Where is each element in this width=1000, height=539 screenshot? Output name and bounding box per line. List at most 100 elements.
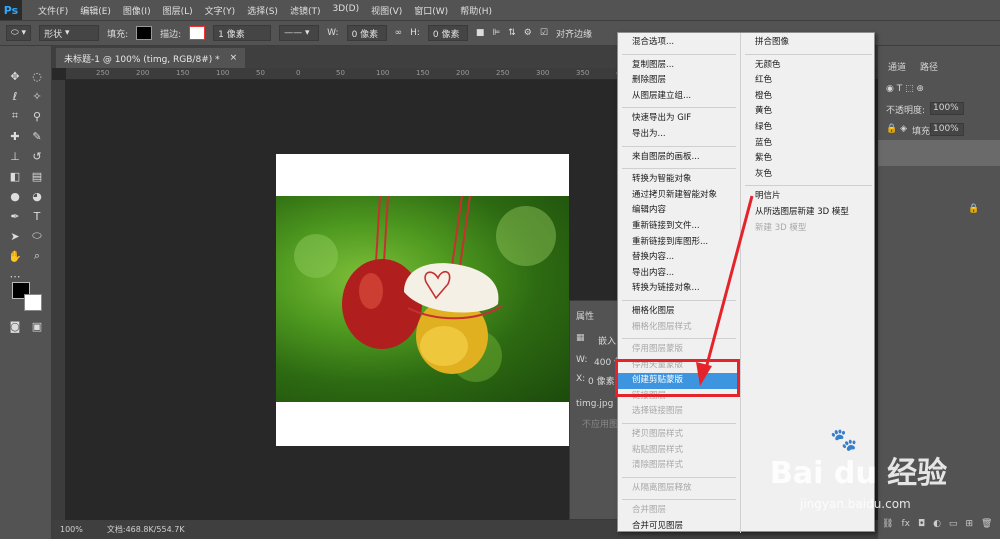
- context-menu-item[interactable]: 合并可见图层: [618, 519, 740, 535]
- menu-item[interactable]: 滤镜(T): [284, 4, 327, 17]
- tool-preset-picker[interactable]: ⬭ ▾: [6, 25, 32, 41]
- close-icon[interactable]: ×: [230, 53, 238, 63]
- lasso-tool-icon[interactable]: ℓ: [6, 88, 24, 104]
- menu-separator: [622, 145, 736, 147]
- fill-label: 填充:: [107, 29, 129, 40]
- move-tool-icon[interactable]: ✥: [6, 68, 24, 84]
- menu-separator: [622, 53, 736, 55]
- context-menu-item[interactable]: 黄色: [741, 104, 876, 120]
- zoom-level[interactable]: 100%: [60, 525, 83, 534]
- layer-style-icon[interactable]: fx: [901, 519, 910, 529]
- marquee-tool-icon[interactable]: ◌: [28, 68, 46, 84]
- context-menu-item[interactable]: 拼合图像: [741, 35, 876, 51]
- zoom-tool-icon[interactable]: ⌕: [28, 248, 46, 264]
- quick-mask-icon[interactable]: ◙: [6, 318, 24, 334]
- eyedropper-tool-icon[interactable]: ⚲: [28, 108, 46, 124]
- menu-separator: [745, 185, 872, 187]
- menu-item[interactable]: 选择(S): [241, 4, 284, 17]
- menu-item[interactable]: 帮助(H): [454, 4, 498, 17]
- baidu-watermark: Bai du 经验: [770, 456, 948, 491]
- adjustment-layer-icon[interactable]: ◐: [933, 519, 941, 529]
- context-menu-item[interactable]: 紫色: [741, 151, 876, 167]
- lock-icons[interactable]: 🔒 ◈: [886, 124, 907, 134]
- context-menu-item[interactable]: 来自图层的画板...: [618, 150, 740, 166]
- context-menu-item[interactable]: 删除图层: [618, 73, 740, 89]
- new-group-icon[interactable]: ▭: [949, 519, 958, 529]
- path-arrangement-icon[interactable]: ⇅: [508, 28, 516, 38]
- history-brush-tool-icon[interactable]: ↺: [28, 148, 46, 164]
- paw-icon: 🐾: [830, 428, 858, 453]
- path-operations-icon[interactable]: ■: [476, 28, 485, 38]
- channels-tab[interactable]: 通道: [888, 60, 906, 73]
- context-menu-item: 选择链接图层: [632, 406, 684, 417]
- stroke-width-field[interactable]: 1 像素: [213, 25, 272, 41]
- type-tool-icon[interactable]: T: [28, 208, 46, 224]
- crop-tool-icon[interactable]: ⌗: [6, 108, 24, 124]
- link-dimensions-icon[interactable]: ∞: [395, 28, 403, 38]
- menu-item[interactable]: 编辑(E): [74, 4, 117, 17]
- context-menu-item[interactable]: 蓝色: [741, 136, 876, 152]
- paths-tab[interactable]: 路径: [920, 60, 938, 73]
- pen-tool-icon[interactable]: ✒: [6, 208, 24, 224]
- context-menu-item[interactable]: 导出为...: [618, 127, 740, 143]
- layer-filter-icons[interactable]: ◉ T ⬚ ⊕: [886, 84, 924, 94]
- stroke-width-value: 1 像素: [218, 29, 245, 40]
- magic-wand-tool-icon[interactable]: ✧: [28, 88, 46, 104]
- menu-item[interactable]: 文件(F): [32, 4, 74, 17]
- opacity-field[interactable]: 100%: [930, 102, 964, 115]
- ellipse-tool-icon[interactable]: ⬭: [28, 228, 46, 244]
- context-menu-item[interactable]: 从图层建立组...: [618, 89, 740, 105]
- gradient-tool-icon[interactable]: ▤: [28, 168, 46, 184]
- annotation-arrow: [696, 195, 754, 386]
- placed-image[interactable]: [276, 196, 569, 402]
- context-menu-item[interactable]: 快速导出为 GIF: [618, 111, 740, 127]
- path-selection-tool-icon[interactable]: ➤: [6, 228, 24, 244]
- fill-field[interactable]: 100%: [930, 123, 964, 136]
- context-menu-item[interactable]: 橙色: [741, 89, 876, 105]
- screen-mode-icon[interactable]: ▣: [28, 318, 46, 334]
- context-menu-item[interactable]: 无颜色: [741, 58, 876, 74]
- shape-mode-select[interactable]: 形状 ▾: [39, 25, 100, 41]
- menu-item[interactable]: 图像(I): [117, 4, 157, 17]
- clone-stamp-tool-icon[interactable]: ⊥: [6, 148, 24, 164]
- ruler-tick-label: 0: [296, 69, 301, 77]
- ruler-tick-label: 250: [496, 69, 510, 77]
- eraser-tool-icon[interactable]: ◧: [6, 168, 24, 184]
- menu-item[interactable]: 窗口(W): [408, 4, 454, 17]
- link-layers-icon[interactable]: ⛓: [882, 519, 893, 529]
- hand-tool-icon[interactable]: ✋: [6, 248, 24, 264]
- menu-separator: [622, 476, 736, 478]
- context-menu-item[interactable]: 复制图层...: [618, 58, 740, 74]
- brush-tool-icon[interactable]: ✎: [28, 128, 46, 144]
- width-field[interactable]: 0 像素: [346, 25, 387, 41]
- stroke-swatch[interactable]: [189, 26, 206, 40]
- context-menu-item[interactable]: 灰色: [741, 167, 876, 183]
- menu-item[interactable]: 视图(V): [365, 4, 408, 17]
- blur-tool-icon[interactable]: ●: [6, 188, 24, 204]
- menu-separator: [622, 168, 736, 170]
- background-color-swatch[interactable]: [24, 294, 42, 311]
- context-menu-item[interactable]: 转换为智能对象: [618, 172, 740, 188]
- document-tab[interactable]: 未标题-1 @ 100% (timg, RGB/8#) * ×: [56, 48, 246, 68]
- ruler-tick-label: 150: [416, 69, 430, 77]
- align-edges-checkbox[interactable]: ☑: [540, 28, 548, 38]
- path-alignment-icon[interactable]: ⊫: [492, 28, 500, 38]
- trash-icon[interactable]: 🗑: [981, 519, 992, 529]
- props-x-value[interactable]: 0 像素: [588, 374, 615, 387]
- menu-item[interactable]: 图层(L): [157, 4, 199, 17]
- context-menu-item: 清除图层样式: [632, 460, 684, 471]
- add-mask-icon[interactable]: ◘: [918, 519, 925, 529]
- height-field[interactable]: 0 像素: [427, 25, 468, 41]
- context-menu-item[interactable]: 绿色: [741, 120, 876, 136]
- layer-row-selected[interactable]: [878, 140, 1000, 166]
- menu-item[interactable]: 3D(D): [326, 4, 365, 17]
- healing-brush-tool-icon[interactable]: ✚: [6, 128, 24, 144]
- fill-swatch[interactable]: [136, 26, 153, 40]
- dodge-tool-icon[interactable]: ◕: [28, 188, 46, 204]
- gear-icon[interactable]: ⚙: [524, 28, 532, 38]
- menu-item[interactable]: 文字(Y): [199, 4, 242, 17]
- stroke-type-select[interactable]: —— ▾: [279, 25, 320, 41]
- new-layer-icon[interactable]: ⊞: [965, 519, 973, 529]
- context-menu-item[interactable]: 红色: [741, 73, 876, 89]
- context-menu-item[interactable]: 混合选项...: [618, 35, 740, 51]
